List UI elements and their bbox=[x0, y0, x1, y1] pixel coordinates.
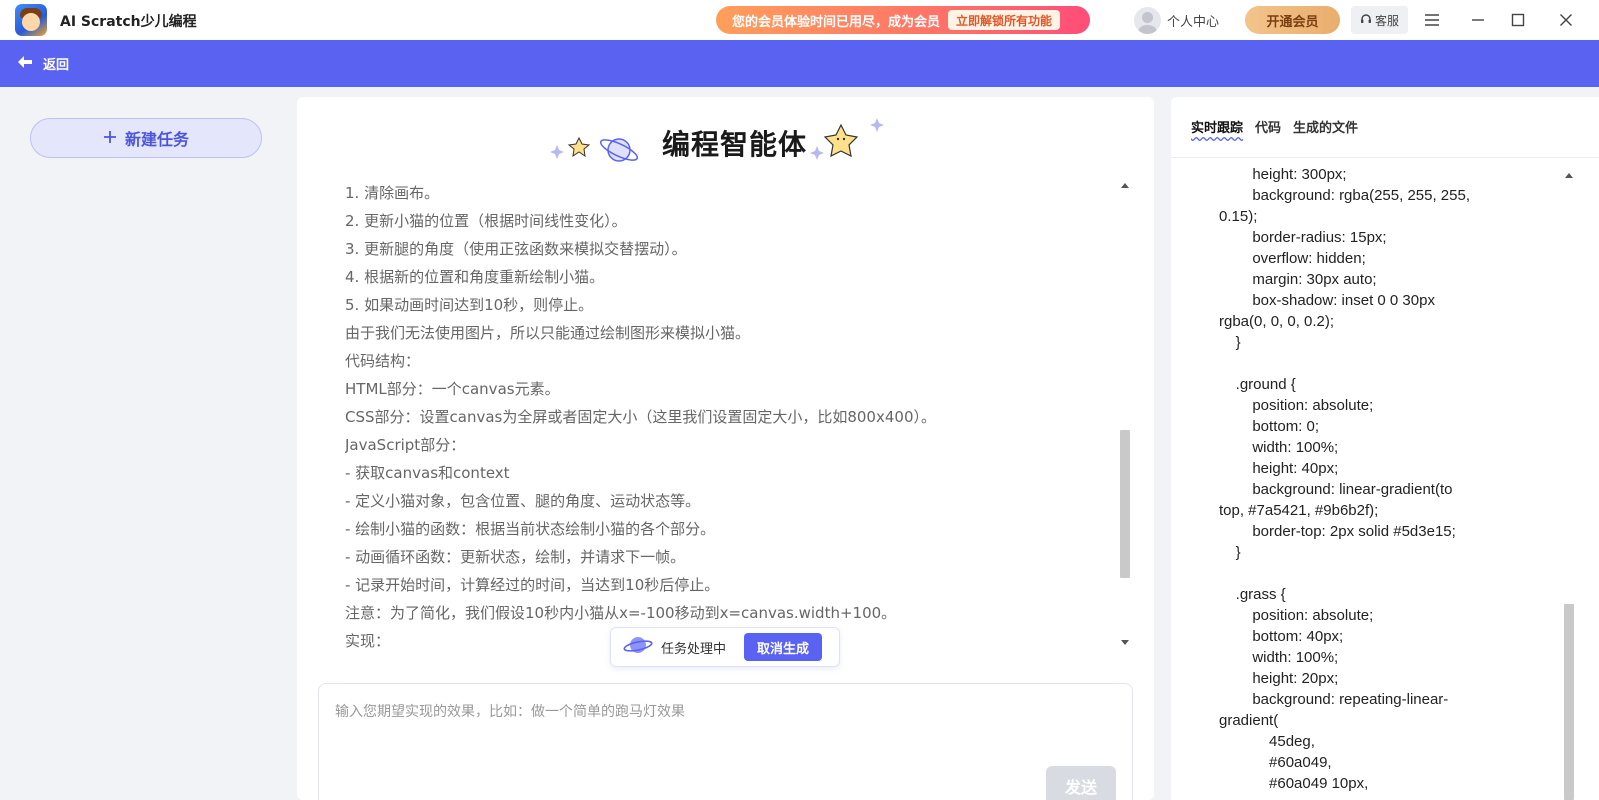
output-tabs: 实时跟踪 代码 生成的文件 bbox=[1191, 117, 1358, 136]
open-membership-button[interactable]: 开通会员 bbox=[1245, 6, 1340, 34]
code-line: height: 40px; bbox=[1219, 460, 1339, 477]
code-line: position: absolute; bbox=[1219, 607, 1374, 624]
maximize-icon[interactable] bbox=[1506, 8, 1530, 32]
message-line: - 绘制小猫的函数：根据当前状态绘制小猫的各个部分。 bbox=[345, 520, 716, 538]
app-logo-icon bbox=[15, 4, 47, 36]
star-decoration-icon bbox=[810, 118, 884, 160]
scroll-up-icon[interactable] bbox=[1121, 183, 1129, 188]
code-line: .ground { bbox=[1219, 376, 1296, 393]
user-center-label: 个人中心 bbox=[1167, 14, 1220, 30]
close-icon[interactable] bbox=[1554, 8, 1578, 32]
prompt-placeholder: 输入您期望实现的效果，比如：做一个简单的跑马灯效果 bbox=[335, 704, 685, 720]
code-line: #60a049, bbox=[1219, 754, 1332, 771]
promo-text: 您的会员体验时间已用尽，成为会员 bbox=[732, 14, 941, 30]
code-line: } bbox=[1219, 334, 1241, 351]
message-line: - 动画循环函数：更新状态，绘制，并请求下一帧。 bbox=[345, 548, 686, 566]
message-line: 注意：为了简化，我们假设10秒内小猫从x=-100移动到x=canvas.wid… bbox=[345, 604, 897, 622]
back-label: 返回 bbox=[43, 58, 70, 73]
code-line: top, #7a5421, #9b6b2f); bbox=[1219, 502, 1379, 519]
code-line: 0.15); bbox=[1219, 208, 1258, 225]
tab-live-tracking[interactable]: 实时跟踪 bbox=[1191, 117, 1243, 136]
code-line: .grass { bbox=[1219, 586, 1286, 603]
tab-code[interactable]: 代码 bbox=[1255, 117, 1281, 136]
app-title: AI Scratch少儿编程 bbox=[60, 14, 197, 30]
minimize-icon[interactable] bbox=[1466, 8, 1490, 32]
code-line: background: rgba(255, 255, 255, bbox=[1219, 187, 1471, 204]
arrow-left-icon bbox=[17, 55, 33, 73]
star-planet-decoration-icon bbox=[550, 136, 639, 162]
tab-generated-files[interactable]: 生成的文件 bbox=[1293, 117, 1358, 136]
code-line: #60a049 10px, bbox=[1219, 775, 1369, 792]
code-line: } bbox=[1219, 544, 1241, 561]
message-line: JavaScript部分： bbox=[345, 436, 466, 454]
plus-icon bbox=[103, 129, 117, 148]
message-line: 1. 清除画布。 bbox=[345, 184, 440, 202]
code-line: 45deg, bbox=[1219, 733, 1315, 750]
code-scroll-thumb[interactable] bbox=[1564, 604, 1574, 800]
message-scrollbar[interactable] bbox=[1119, 179, 1131, 649]
code-line: background: repeating-linear- bbox=[1219, 691, 1449, 708]
code-line: border-radius: 15px; bbox=[1219, 229, 1387, 246]
message-line: 3. 更新腿的角度（使用正弦函数来模拟交替摆动）。 bbox=[345, 240, 687, 258]
agent-title: 编程智能体 bbox=[662, 128, 808, 161]
code-line: rgba(0, 0, 0, 0.2); bbox=[1219, 313, 1335, 330]
back-button[interactable]: 返回 bbox=[17, 54, 69, 73]
code-line: margin: 30px auto; bbox=[1219, 271, 1377, 288]
menu-icon[interactable] bbox=[1420, 8, 1444, 32]
send-button[interactable]: 发送 bbox=[1046, 766, 1116, 800]
code-line: box-shadow: inset 0 0 30px bbox=[1219, 292, 1435, 309]
code-line: width: 100%; bbox=[1219, 649, 1339, 666]
message-line: 2. 更新小猫的位置（根据时间线性变化）。 bbox=[345, 212, 627, 230]
message-line: CSS部分：设置canvas为全屏或者固定大小（这里我们设置固定大小，比如800… bbox=[345, 408, 936, 426]
code-line: position: absolute; bbox=[1219, 397, 1374, 414]
new-task-button[interactable]: 新建任务 bbox=[30, 118, 262, 158]
task-status-bar: 任务处理中 取消生成 bbox=[610, 627, 840, 667]
planet-icon bbox=[623, 634, 653, 660]
message-line: 4. 根据新的位置和角度重新绘制小猫。 bbox=[345, 268, 605, 286]
avatar bbox=[1134, 6, 1161, 34]
scroll-thumb[interactable] bbox=[1120, 430, 1130, 578]
member-promo-banner[interactable]: 您的会员体验时间已用尽，成为会员 立即解锁所有功能 bbox=[716, 6, 1090, 34]
code-scroll-up-icon[interactable] bbox=[1565, 173, 1573, 178]
customer-service-label: 客服 bbox=[1374, 13, 1399, 28]
code-line: height: 300px; bbox=[1219, 166, 1347, 183]
code-line: overflow: hidden; bbox=[1219, 250, 1366, 267]
code-line: gradient( bbox=[1219, 712, 1279, 729]
title-bar: AI Scratch少儿编程 您的会员体验时间已用尽，成为会员 立即解锁所有功能… bbox=[0, 0, 1599, 40]
code-line: border-top: 2px solid #5d3e15; bbox=[1219, 523, 1456, 540]
message-line: - 定义小猫对象，包含位置、腿的角度、运动状态等。 bbox=[345, 492, 701, 510]
code-line: width: 100%; bbox=[1219, 439, 1339, 456]
message-list: 1. 清除画布。 2. 更新小猫的位置（根据时间线性变化）。 3. 更新腿的角度（使… bbox=[345, 179, 1125, 667]
code-line: bottom: 40px; bbox=[1219, 628, 1344, 645]
task-status-text: 任务处理中 bbox=[661, 641, 727, 657]
message-line: - 记录开始时间，计算经过的时间，当达到10秒后停止。 bbox=[345, 576, 720, 594]
unlock-features-button[interactable]: 立即解锁所有功能 bbox=[948, 10, 1061, 30]
message-line: 由于我们无法使用图片，所以只能通过绘制图形来模拟小猫。 bbox=[345, 324, 751, 342]
new-task-label: 新建任务 bbox=[124, 130, 189, 149]
chat-panel: 编程智能体 1. 清除画布。 2. 更新小猫的位置（根据时间线性变化）。 3. 更新… bbox=[297, 97, 1154, 800]
code-line: bottom: 0; bbox=[1219, 418, 1320, 435]
headset-icon bbox=[1360, 13, 1372, 28]
message-line: - 获取canvas和context bbox=[345, 464, 510, 482]
code-viewer: height: 300px; background: rgba(255, 255… bbox=[1219, 164, 1539, 800]
code-scrollbar[interactable] bbox=[1563, 169, 1575, 800]
message-line: 代码结构： bbox=[345, 352, 421, 370]
cancel-generation-button[interactable]: 取消生成 bbox=[744, 633, 823, 661]
message-line: HTML部分：一个canvas元素。 bbox=[345, 380, 560, 398]
user-center[interactable]: 个人中心 bbox=[1134, 6, 1219, 34]
sidebar: 新建任务 bbox=[0, 87, 295, 800]
code-line: height: 20px; bbox=[1219, 670, 1339, 687]
message-line: 5. 如果动画时间达到10秒，则停止。 bbox=[345, 296, 594, 314]
output-panel: 实时跟踪 代码 生成的文件 height: 300px; background:… bbox=[1171, 97, 1599, 800]
customer-service-button[interactable]: 客服 bbox=[1351, 6, 1408, 34]
code-line: background: linear-gradient(to bbox=[1219, 481, 1453, 498]
scroll-down-icon[interactable] bbox=[1121, 640, 1129, 645]
tab-divider bbox=[1171, 157, 1599, 158]
prompt-input[interactable]: 输入您期望实现的效果，比如：做一个简单的跑马灯效果 发送 bbox=[318, 683, 1133, 800]
nav-bar: 返回 bbox=[0, 40, 1599, 87]
